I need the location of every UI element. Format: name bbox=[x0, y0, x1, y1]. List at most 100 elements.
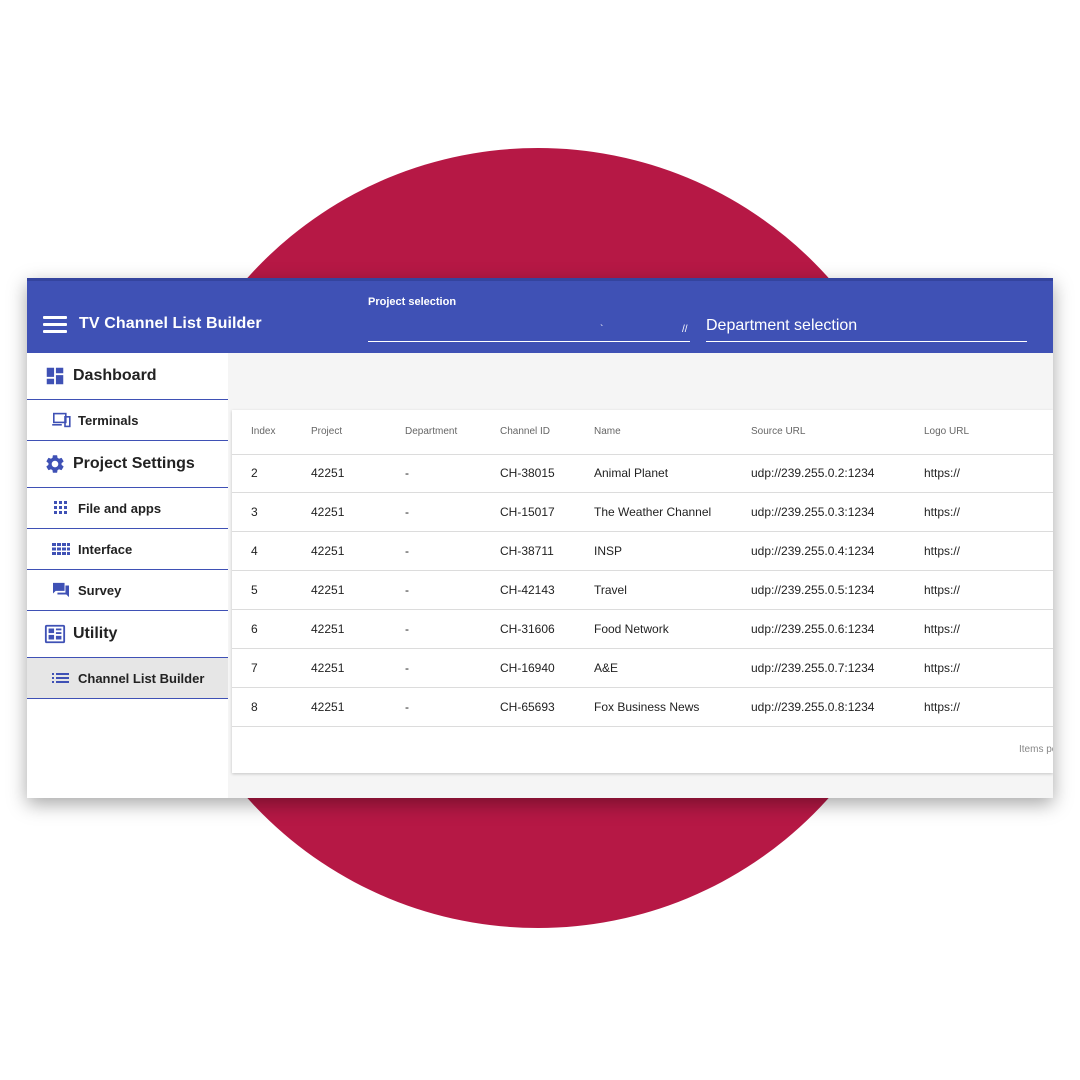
sidebar-item-project-settings[interactable]: Project Settings bbox=[27, 441, 228, 488]
project-selection-resize-mark: // bbox=[682, 324, 688, 335]
cell-name: Animal Planet bbox=[594, 466, 669, 480]
cell-index: 7 bbox=[251, 661, 258, 675]
cell-source-url: udp://239.255.0.7:1234 bbox=[751, 661, 875, 675]
cell-logo-url: https:// bbox=[924, 544, 961, 558]
table-row[interactable]: 7 42251 - CH-16940 A&E udp://239.255.0.7:1234… bbox=[232, 649, 1053, 688]
column-header-department[interactable]: Department bbox=[405, 426, 457, 437]
project-selection-mark: ` bbox=[600, 324, 604, 335]
channel-table: Index Project Department Channel ID Name… bbox=[232, 410, 1053, 773]
cell-channel-id: CH-42143 bbox=[500, 583, 555, 597]
cell-source-url: udp://239.255.0.8:1234 bbox=[751, 700, 875, 714]
cell-source-url: udp://239.255.0.2:1234 bbox=[751, 466, 875, 480]
cell-department: - bbox=[405, 505, 409, 519]
cell-index: 5 bbox=[251, 583, 258, 597]
sidebar-item-channel-list-builder[interactable]: Channel List Builder bbox=[27, 658, 228, 699]
app-title: TV Channel List Builder bbox=[79, 315, 262, 332]
cell-channel-id: CH-16940 bbox=[500, 661, 555, 675]
department-selection-field[interactable]: Department selection bbox=[706, 316, 1027, 342]
cell-logo-url: https:// bbox=[924, 505, 961, 519]
cell-name: Travel bbox=[594, 583, 627, 597]
cell-index: 4 bbox=[251, 544, 258, 558]
sidebar-item-survey[interactable]: Survey bbox=[27, 570, 228, 611]
cell-index: 3 bbox=[251, 505, 258, 519]
project-selection-field[interactable]: ` // bbox=[368, 316, 690, 342]
cell-project: 42251 bbox=[311, 622, 345, 636]
sidebar-item-dashboard[interactable]: Dashboard bbox=[27, 353, 228, 400]
column-header-logo-url[interactable]: Logo URL bbox=[924, 426, 969, 437]
sidebar-item-label: Utility bbox=[73, 625, 118, 642]
cell-index: 6 bbox=[251, 622, 258, 636]
table-row[interactable]: 4 42251 - CH-38711 INSP udp://239.255.0.4:123… bbox=[232, 532, 1053, 571]
cell-project: 42251 bbox=[311, 544, 345, 558]
cell-source-url: udp://239.255.0.3:1234 bbox=[751, 505, 875, 519]
table-row[interactable]: 8 42251 - CH-65693 Fox Business News udp://23… bbox=[232, 688, 1053, 727]
cell-name: Food Network bbox=[594, 622, 669, 636]
sidebar-item-interface[interactable]: Interface bbox=[27, 529, 228, 570]
cell-index: 2 bbox=[251, 466, 258, 480]
cell-project: 42251 bbox=[311, 661, 345, 675]
cell-channel-id: CH-15017 bbox=[500, 505, 555, 519]
cell-logo-url: https:// bbox=[924, 466, 961, 480]
apps-grid-icon bbox=[54, 501, 67, 514]
items-per-page-label: Items pe bbox=[1019, 744, 1053, 755]
cell-logo-url: https:// bbox=[924, 622, 961, 636]
cell-logo-url: https:// bbox=[924, 583, 961, 597]
chat-icon bbox=[53, 582, 69, 598]
sidebar-item-label: Survey bbox=[78, 583, 122, 598]
list-icon bbox=[52, 673, 69, 683]
table-row[interactable]: 5 42251 - CH-42143 Travel udp://239.255.0.5:1… bbox=[232, 571, 1053, 610]
column-header-project[interactable]: Project bbox=[311, 426, 342, 437]
cell-department: - bbox=[405, 583, 409, 597]
cell-index: 8 bbox=[251, 700, 258, 714]
devices-icon bbox=[52, 412, 71, 428]
hamburger-menu-icon[interactable] bbox=[43, 316, 67, 334]
table-header-row: Index Project Department Channel ID Name… bbox=[232, 410, 1053, 455]
cell-channel-id: CH-65693 bbox=[500, 700, 555, 714]
cell-department: - bbox=[405, 544, 409, 558]
dashboard-icon bbox=[46, 367, 64, 385]
cell-department: - bbox=[405, 466, 409, 480]
sidebar-item-utility[interactable]: Utility bbox=[27, 611, 228, 658]
grid-icon bbox=[52, 543, 70, 555]
sidebar-item-label: Interface bbox=[78, 542, 133, 557]
sidebar-item-file-and-apps[interactable]: File and apps bbox=[27, 488, 228, 529]
cell-project: 42251 bbox=[311, 583, 345, 597]
utility-icon bbox=[44, 624, 66, 644]
cell-source-url: udp://239.255.0.6:1234 bbox=[751, 622, 875, 636]
cell-logo-url: https:// bbox=[924, 661, 961, 675]
cell-project: 42251 bbox=[311, 700, 345, 714]
column-header-source-url[interactable]: Source URL bbox=[751, 426, 805, 437]
department-selection-value: Department selection bbox=[706, 317, 858, 334]
app-bar: TV Channel List Builder Project selectio… bbox=[27, 278, 1053, 353]
cell-name: The Weather Channel bbox=[594, 505, 712, 519]
sidebar-item-label: Terminals bbox=[78, 413, 139, 428]
cell-source-url: udp://239.255.0.5:1234 bbox=[751, 583, 875, 597]
cell-project: 42251 bbox=[311, 505, 345, 519]
table-row[interactable]: 6 42251 - CH-31606 Food Network udp://239.255… bbox=[232, 610, 1053, 649]
sidebar-nav: Dashboard Terminals Project Settings Fil… bbox=[27, 353, 228, 798]
column-header-index[interactable]: Index bbox=[251, 426, 275, 437]
sidebar-item-label: Project Settings bbox=[73, 455, 195, 472]
gear-icon bbox=[46, 455, 64, 473]
column-header-name[interactable]: Name bbox=[594, 426, 621, 437]
main-content: Index Project Department Channel ID Name… bbox=[228, 353, 1053, 798]
cell-name: A&E bbox=[594, 661, 619, 675]
cell-department: - bbox=[405, 700, 409, 714]
cell-project: 42251 bbox=[311, 466, 345, 480]
column-header-channel-id[interactable]: Channel ID bbox=[500, 426, 550, 437]
project-selection-label: Project selection bbox=[368, 296, 457, 308]
sidebar-item-label: Dashboard bbox=[73, 367, 157, 384]
cell-name: INSP bbox=[594, 544, 623, 558]
sidebar-item-label: Channel List Builder bbox=[78, 671, 205, 686]
cell-department: - bbox=[405, 622, 409, 636]
cell-channel-id: CH-38015 bbox=[500, 466, 555, 480]
table-row[interactable]: 2 42251 - CH-38015 Animal Planet udp://239.25… bbox=[232, 454, 1053, 493]
cell-channel-id: CH-38711 bbox=[500, 544, 554, 558]
cell-source-url: udp://239.255.0.4:1234 bbox=[751, 544, 875, 558]
cell-name: Fox Business News bbox=[594, 700, 700, 714]
cell-department: - bbox=[405, 661, 409, 675]
cell-logo-url: https:// bbox=[924, 700, 961, 714]
cell-channel-id: CH-31606 bbox=[500, 622, 555, 636]
sidebar-item-terminals[interactable]: Terminals bbox=[27, 400, 228, 441]
table-row[interactable]: 3 42251 - CH-15017 The Weather Channel udp://… bbox=[232, 493, 1053, 532]
